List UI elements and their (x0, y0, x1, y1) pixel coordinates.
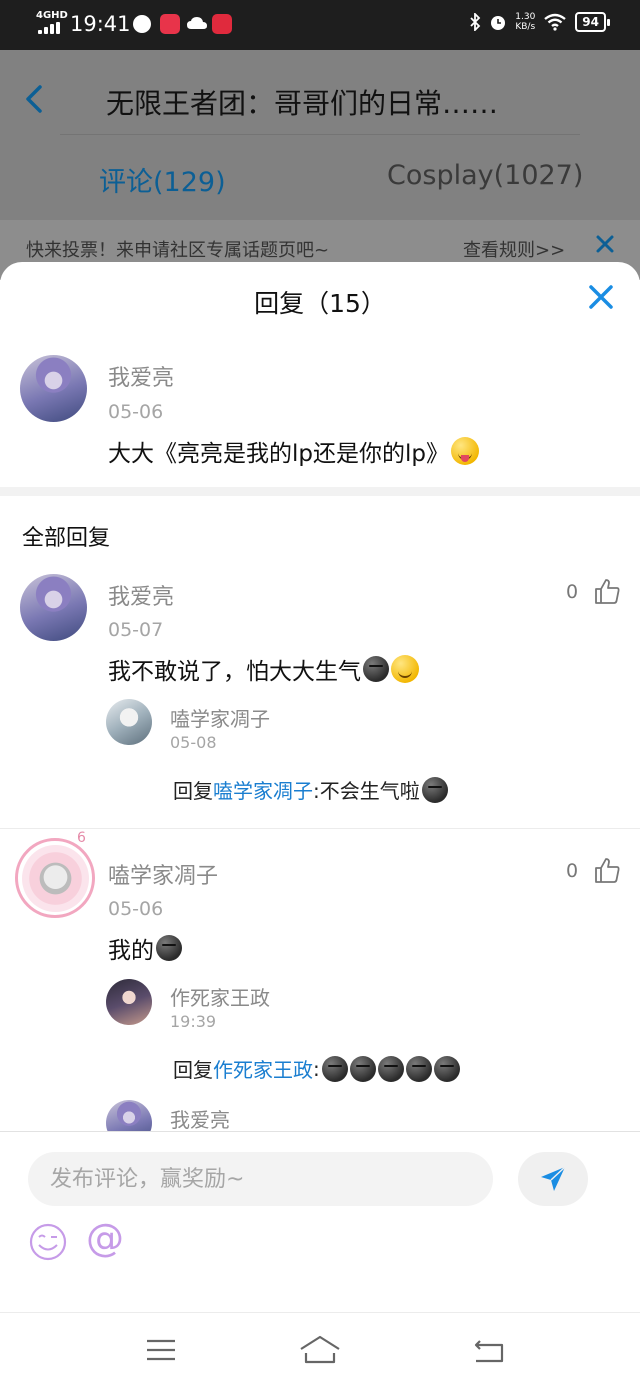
home-icon[interactable] (298, 1333, 342, 1367)
wifi-icon (544, 13, 567, 31)
bluetooth-icon (470, 13, 481, 31)
reply-target-link[interactable]: 嗑学家凋子 (213, 775, 313, 804)
username[interactable]: 嗑学家凋子 (108, 858, 218, 890)
like-count: 0 (566, 581, 579, 603)
sub-reply-text: 回复 嗑学家凋子 :不会生气啦 (173, 775, 448, 804)
smirk-emoji-icon (391, 655, 419, 683)
avatar[interactable] (106, 699, 152, 745)
comment-composer: @ (0, 1131, 640, 1311)
clock: 19:41 (70, 12, 131, 36)
comment-date: 05-06 (108, 898, 164, 920)
tab-cosplay[interactable]: Cosplay(1027) (387, 160, 583, 191)
section-title: 全部回复 (22, 526, 111, 551)
like-count: 0 (566, 860, 579, 882)
dark-face-emoji-icon (433, 1055, 460, 1082)
avatar[interactable] (20, 355, 87, 422)
header-divider (60, 134, 580, 135)
comment-date: 05-08 (170, 733, 217, 752)
page-title: 无限王者团：哥哥们的日常…… (106, 87, 499, 120)
shopping-app-icon (212, 14, 232, 34)
avatar[interactable] (106, 979, 152, 1025)
mention-icon[interactable]: @ (86, 1216, 126, 1260)
page-header (0, 50, 640, 220)
row-divider (0, 828, 640, 829)
dark-face-emoji-icon (363, 656, 389, 682)
username[interactable]: 我爱亮 (108, 360, 174, 392)
system-nav-bar (0, 1312, 640, 1387)
alarm-icon (491, 16, 506, 30)
app-notification-icon (133, 15, 151, 33)
network-speed: 1.30 KB/s (515, 12, 536, 32)
tab-comments[interactable]: 评论(129) (99, 160, 226, 199)
send-button[interactable] (518, 1152, 588, 1206)
sheet-title: 回复（15） (254, 289, 386, 318)
level-badge: 6 (77, 830, 86, 846)
comment-text: 我的 (108, 931, 182, 965)
heart-app-icon (160, 14, 180, 34)
comment-date: 05-06 (108, 401, 164, 423)
avatar[interactable] (20, 574, 87, 641)
tongue-emoji-icon (450, 437, 479, 465)
username[interactable]: 我爱亮 (108, 579, 174, 611)
dark-face-emoji-icon (421, 776, 448, 803)
dark-face-emoji-icon (405, 1055, 432, 1082)
status-bar: 4GHD 19:41 1.30 KB/s 94 (0, 0, 640, 50)
username[interactable]: 作死家王政 (170, 982, 270, 1011)
notice-text: 快来投票！来申请社区专属话题页吧~ (26, 240, 330, 261)
send-icon (541, 1166, 566, 1191)
avatar[interactable] (22, 845, 89, 912)
comment-date: 19:39 (170, 1012, 217, 1031)
notice-close-icon[interactable] (595, 234, 615, 254)
emoji-picker-icon[interactable] (28, 1222, 68, 1262)
dark-face-emoji-icon (156, 935, 182, 961)
close-icon[interactable] (586, 282, 616, 312)
battery-indicator: 94 (575, 12, 610, 32)
comment-input[interactable] (28, 1152, 493, 1206)
cloud-icon (186, 14, 207, 34)
sub-reply-text: 回复 作死家王政 : (173, 1054, 460, 1083)
username[interactable]: 我爱亮 (170, 1104, 230, 1133)
comment-text: 大大《亮亮是我的lp还是你的lp》 (108, 434, 479, 468)
back-icon[interactable] (466, 1333, 510, 1367)
network-type: 4GHD (36, 10, 68, 21)
thumbs-up-icon[interactable] (593, 577, 621, 605)
rules-link[interactable]: 查看规则>> (463, 236, 565, 262)
dark-face-emoji-icon (377, 1055, 404, 1082)
username[interactable]: 嗑学家凋子 (170, 703, 270, 732)
comment-date: 05-07 (108, 619, 164, 641)
menu-icon[interactable] (139, 1333, 183, 1367)
thumbs-up-icon[interactable] (593, 856, 621, 884)
section-divider (0, 487, 640, 496)
reply-target-link[interactable]: 作死家王政 (213, 1054, 313, 1083)
comment-text: 我不敢说了，怕大大生气 (108, 652, 419, 686)
dark-face-emoji-icon (321, 1055, 348, 1082)
back-arrow-icon[interactable] (22, 84, 48, 114)
signal-icon (38, 22, 62, 34)
dark-face-emoji-icon (349, 1055, 376, 1082)
